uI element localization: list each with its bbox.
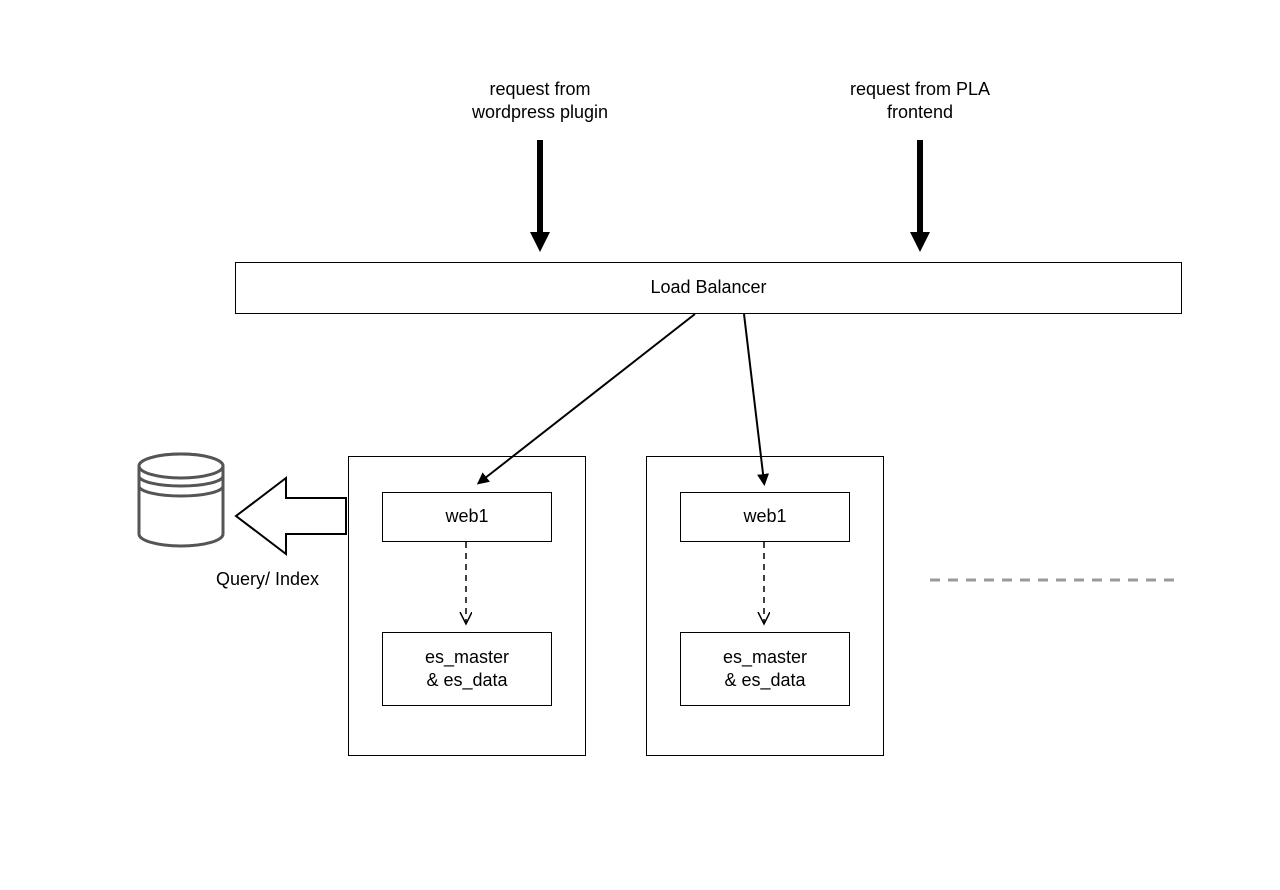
- load-balancer-box: Load Balancer: [235, 262, 1182, 314]
- web1-left-box: web1: [382, 492, 552, 542]
- es-left-line1: es_master: [425, 647, 509, 667]
- request-pla-line2: frontend: [887, 102, 953, 122]
- web1-left-label: web1: [445, 505, 488, 528]
- connectors-overlay: [0, 0, 1280, 890]
- request-pla-label: request from PLA frontend: [820, 78, 1020, 125]
- es-right-box: es_master & es_data: [680, 632, 850, 706]
- query-index-label: Query/ Index: [216, 568, 346, 591]
- hollow-arrow-to-db: [236, 478, 346, 554]
- web1-right-label: web1: [743, 505, 786, 528]
- es-left-line2: & es_data: [426, 670, 507, 690]
- request-wordpress-label: request from wordpress plugin: [440, 78, 640, 125]
- es-right-line2: & es_data: [724, 670, 805, 690]
- web1-right-box: web1: [680, 492, 850, 542]
- es-left-box: es_master & es_data: [382, 632, 552, 706]
- diagram-canvas: request from wordpress plugin request fr…: [0, 0, 1280, 890]
- load-balancer-label: Load Balancer: [650, 276, 766, 299]
- request-wordpress-line2: wordpress plugin: [472, 102, 608, 122]
- request-wordpress-line1: request from: [489, 79, 590, 99]
- database-icon: [139, 454, 223, 546]
- request-pla-line1: request from PLA: [850, 79, 990, 99]
- es-right-line1: es_master: [723, 647, 807, 667]
